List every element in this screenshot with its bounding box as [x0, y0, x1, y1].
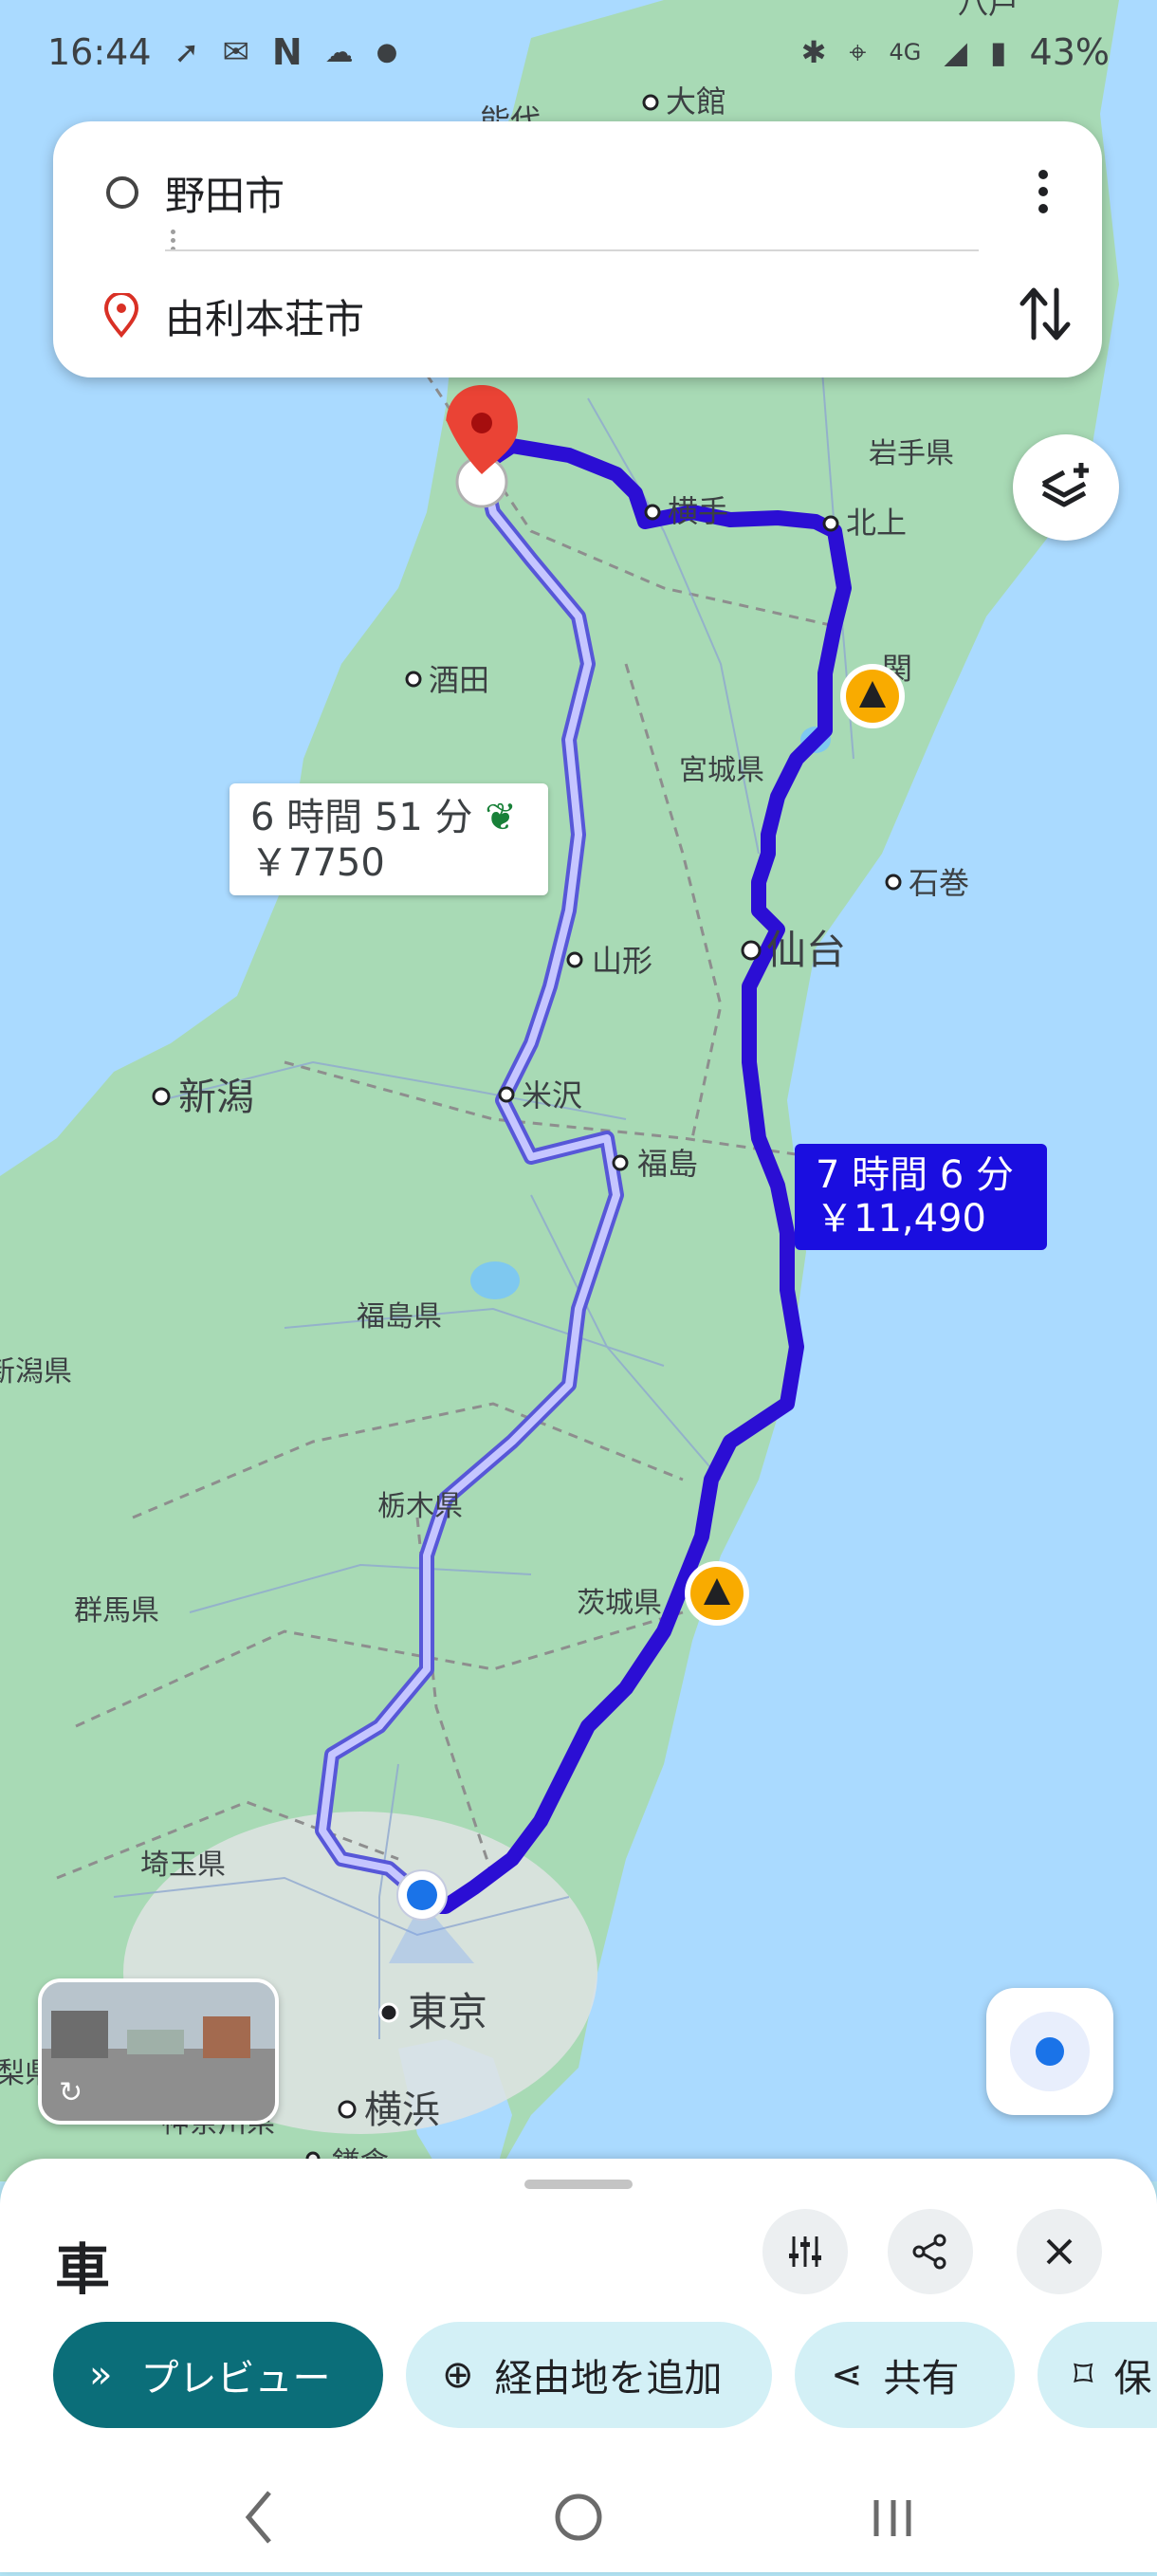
add-location-icon: ⊕: [442, 2353, 474, 2397]
preview-button[interactable]: » プレビュー: [53, 2322, 383, 2428]
destination-pin-small-icon: [103, 293, 139, 339]
marker-yokote: [644, 504, 661, 521]
marker-kitakami: [822, 515, 839, 532]
place-label-miyagi: 宮城県: [679, 754, 764, 787]
more-options-icon[interactable]: [1024, 163, 1062, 220]
marker-sendai: [741, 940, 762, 961]
close-button[interactable]: [1017, 2209, 1102, 2294]
system-nav-bar: [0, 2456, 1157, 2572]
main-route-time: 7 時間 6 分: [816, 1153, 1015, 1197]
place-label-saitama: 埼玉県: [140, 1849, 226, 1882]
marker-ishinomaki: [885, 874, 902, 891]
network-type: 4G: [889, 39, 922, 65]
add-stop-label: 経由地を追加: [494, 2357, 723, 2401]
place-label-ishinomaki: 石巻: [909, 865, 969, 901]
save-button[interactable]: ⌑ 保: [1038, 2322, 1157, 2428]
app-icon: ☁: [324, 35, 354, 69]
marker-tokyo: [378, 2002, 399, 2023]
destination-row[interactable]: 由利本荘市: [53, 264, 1102, 368]
add-stop-button[interactable]: ⊕ 経由地を追加: [406, 2322, 772, 2428]
bookmark-icon: ⌑: [1074, 2353, 1093, 2397]
alt-route-time: 6 時間 51 分: [250, 796, 473, 839]
more-notifications-icon: ●: [376, 38, 398, 66]
place-label-niigata-pref: 新潟県: [0, 1355, 72, 1389]
share-icon: [912, 2234, 946, 2270]
close-icon: [1046, 2238, 1073, 2265]
navigation-icon: ➚: [174, 34, 200, 70]
alt-route-toll: ￥7750: [250, 841, 385, 885]
main-route-toll: ￥11,490: [816, 1197, 986, 1241]
share-button[interactable]: ⋖ 共有: [795, 2322, 1015, 2428]
route-card: 野田市 由利本荘市: [53, 121, 1102, 377]
main-route-label[interactable]: 7 時間 6 分 ￥11,490: [795, 1144, 1047, 1250]
recents-icon[interactable]: [873, 2500, 911, 2536]
eco-leaf-icon: ❦: [485, 796, 517, 839]
netflix-icon: N: [271, 31, 303, 73]
lake-inawashiro: [470, 1261, 520, 1299]
place-label-yokohama: 横浜: [364, 2088, 440, 2132]
preview-label: プレビュー: [140, 2357, 331, 2401]
place-label-tochigi: 栃木県: [377, 1490, 463, 1523]
place-label-fukushima: 福島: [637, 1146, 698, 1182]
signal-icon: ◢: [944, 34, 967, 70]
tune-icon: [789, 2236, 821, 2267]
construction-icon: [840, 664, 905, 728]
save-label: 保: [1113, 2357, 1152, 2401]
swap-icon[interactable]: [1017, 281, 1074, 347]
street-view-360-icon: ↻: [59, 2076, 83, 2109]
marker-yamagata: [566, 951, 583, 968]
status-time: 16:44: [47, 31, 152, 73]
layers-icon: [1041, 463, 1089, 507]
status-bar: 16:44 ➚ ✉ N ☁ ● ✱ ⌖ 4G ◢ ▮ 43%: [0, 0, 1157, 104]
marker-yonezawa: [498, 1086, 515, 1103]
place-label-yokote: 横手: [668, 493, 728, 529]
place-label-yamagata: 山形: [592, 943, 652, 979]
origin-field[interactable]: 野田市: [165, 164, 285, 222]
destination-field[interactable]: 由利本荘市: [165, 287, 364, 345]
marker-niigata: [152, 1087, 171, 1106]
my-location-button[interactable]: [986, 1988, 1113, 2115]
home-icon[interactable]: [555, 2493, 602, 2541]
place-label-sendai: 仙台: [766, 927, 846, 973]
origin-circle-icon: [106, 176, 138, 209]
share-round-button[interactable]: [888, 2209, 973, 2294]
mail-icon: ✉: [222, 33, 249, 71]
battery-icon: ▮: [989, 34, 1007, 70]
route-dots-icon: [171, 226, 176, 264]
construction-icon: [685, 1561, 749, 1626]
share-chip-icon: ⋖: [831, 2353, 863, 2397]
sheet-handle[interactable]: [524, 2180, 633, 2189]
place-label-kitakami: 北上: [846, 505, 907, 541]
marker-yokohama: [338, 2100, 357, 2119]
double-chevron-icon: »: [89, 2353, 113, 2397]
alt-route-label[interactable]: 6 時間 51 分 ❦ ￥7750: [230, 783, 548, 895]
travel-mode-title: 車: [55, 2237, 111, 2302]
route-options-button[interactable]: [762, 2209, 848, 2294]
place-label-gunma: 群馬県: [74, 1594, 159, 1628]
place-label-iwate: 岩手県: [869, 437, 954, 470]
layers-button[interactable]: [1013, 434, 1119, 541]
divider: [165, 249, 979, 251]
street-view-thumbnail[interactable]: ↻: [38, 1978, 279, 2125]
marker-fukushima: [612, 1154, 629, 1171]
place-label-sakata: 酒田: [429, 662, 489, 698]
battery-percent: 43%: [1029, 31, 1110, 73]
share-label: 共有: [883, 2357, 960, 2401]
back-icon[interactable]: [245, 2491, 271, 2544]
origin-row[interactable]: 野田市: [53, 140, 1102, 245]
bluetooth-icon: ✱: [800, 34, 827, 70]
place-label-niigata: 新潟: [178, 1076, 254, 1119]
my-location-icon: [1010, 2012, 1090, 2091]
place-label-tokyo: 東京: [408, 1989, 487, 2035]
place-label-fukushima-pref: 福島県: [357, 1300, 442, 1334]
place-label-yonezawa: 米沢: [522, 1077, 582, 1113]
marker-sakata: [405, 671, 422, 688]
place-label-ibaraki: 茨城県: [577, 1587, 662, 1620]
location-icon: ⌖: [849, 33, 867, 70]
